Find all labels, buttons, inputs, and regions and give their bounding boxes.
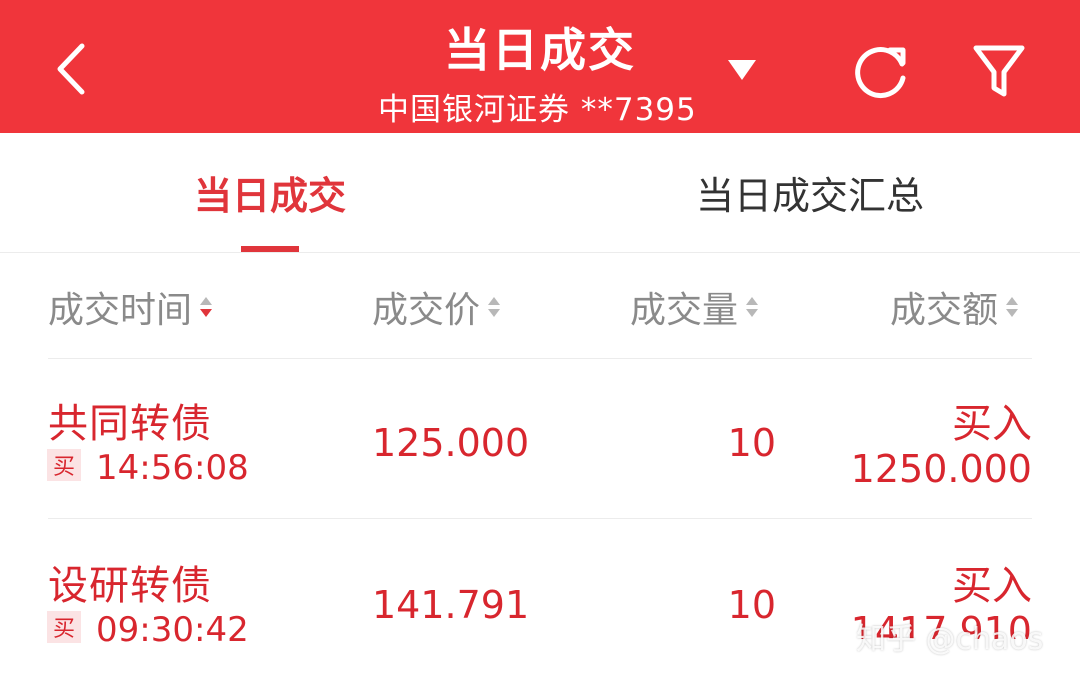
column-header-price[interactable]: 成交价 xyxy=(372,285,502,331)
column-header-trade-time[interactable]: 成交时间 xyxy=(48,285,214,331)
buy-tag-badge: 买 xyxy=(47,449,81,481)
account-dropdown-button[interactable] xyxy=(720,52,764,86)
table-row[interactable]: 共同转债 买 14:56:08 125.000 10 买入 1250.000 xyxy=(0,359,1080,519)
sort-icon xyxy=(1006,297,1019,317)
refresh-icon xyxy=(855,47,906,99)
tab-today-trades[interactable]: 当日成交 xyxy=(0,133,540,252)
column-header-label: 成交额 xyxy=(890,290,999,331)
column-header-label: 成交价 xyxy=(372,290,481,331)
row-divider xyxy=(48,518,1032,519)
triangle-down-icon xyxy=(728,60,756,80)
top-bar: 当日成交 中国银河证券 **7395 xyxy=(0,0,1080,133)
tab-today-trades-summary[interactable]: 当日成交汇总 xyxy=(540,133,1080,252)
column-header-amount[interactable]: 成交额 xyxy=(890,285,1020,331)
tab-bar: 当日成交 当日成交汇总 xyxy=(0,133,1080,253)
sort-icon xyxy=(488,297,501,317)
trade-price: 141.791 xyxy=(372,583,530,627)
column-header-quantity[interactable]: 成交量 xyxy=(630,285,760,331)
trade-quantity: 10 xyxy=(727,421,776,465)
refresh-button[interactable] xyxy=(846,36,916,106)
trade-price: 125.000 xyxy=(372,421,530,465)
trade-time: 09:30:42 xyxy=(96,610,249,650)
page-title: 当日成交 xyxy=(444,23,636,77)
trade-amount: 1250.000 xyxy=(850,447,1032,491)
trade-quantity: 10 xyxy=(727,583,776,627)
trade-side: 买入 xyxy=(952,563,1032,609)
column-header-label: 成交时间 xyxy=(48,290,193,331)
security-name: 共同转债 xyxy=(48,401,212,447)
active-tab-indicator xyxy=(241,246,299,252)
watermark: 知乎 @chaos xyxy=(856,622,1044,657)
buy-tag-badge: 买 xyxy=(47,611,81,643)
account-label: 中国银河证券 **7395 xyxy=(378,92,697,128)
security-name: 设研转债 xyxy=(48,563,212,609)
column-header-label: 成交量 xyxy=(630,290,739,331)
filter-button[interactable] xyxy=(964,36,1034,106)
trade-time: 14:56:08 xyxy=(96,448,249,488)
sort-desc-icon xyxy=(200,297,213,317)
sort-icon xyxy=(746,297,759,317)
filter-icon xyxy=(973,45,1025,97)
trade-side: 买入 xyxy=(952,401,1032,447)
